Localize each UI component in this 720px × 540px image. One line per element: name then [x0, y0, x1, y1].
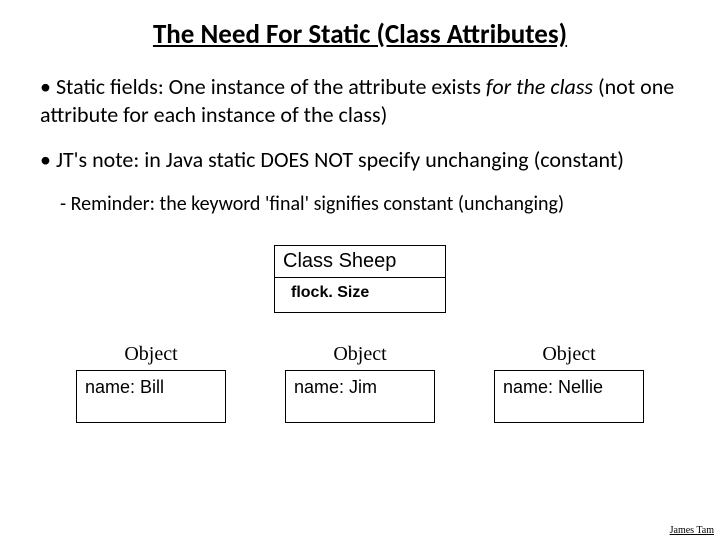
- bullet-1-text-a: Static fields: One instance of the attri…: [56, 73, 486, 100]
- object-3: Object name: Nellie: [494, 343, 644, 423]
- object-2: Object name: Jim: [285, 343, 435, 423]
- bullet-1-text-b: for the class: [486, 73, 593, 100]
- class-box: Class Sheep flock. Size: [274, 245, 446, 313]
- sub-bullet-1: Reminder: the keyword 'final' signifies …: [60, 192, 680, 217]
- bullet-1: Static fields: One instance of the attri…: [40, 73, 680, 128]
- bullet-2: JT's note: in Java static DOES NOT speci…: [40, 146, 680, 174]
- object-1-label: Object: [76, 343, 226, 366]
- slide: The Need For Static (Class Attributes) S…: [0, 0, 720, 540]
- object-1-box: name: Bill: [76, 370, 226, 423]
- object-3-label: Object: [494, 343, 644, 366]
- object-2-box: name: Jim: [285, 370, 435, 423]
- bullet-list: Static fields: One instance of the attri…: [40, 73, 680, 217]
- object-3-box: name: Nellie: [494, 370, 644, 423]
- objects-row: Object name: Bill Object name: Jim Objec…: [76, 343, 644, 423]
- object-2-label: Object: [285, 343, 435, 366]
- slide-title: The Need For Static (Class Attributes): [40, 18, 680, 51]
- class-box-title: Class Sheep: [275, 246, 445, 278]
- object-1: Object name: Bill: [76, 343, 226, 423]
- class-box-attribute: flock. Size: [275, 278, 445, 312]
- footer-author: James Tam: [670, 525, 714, 536]
